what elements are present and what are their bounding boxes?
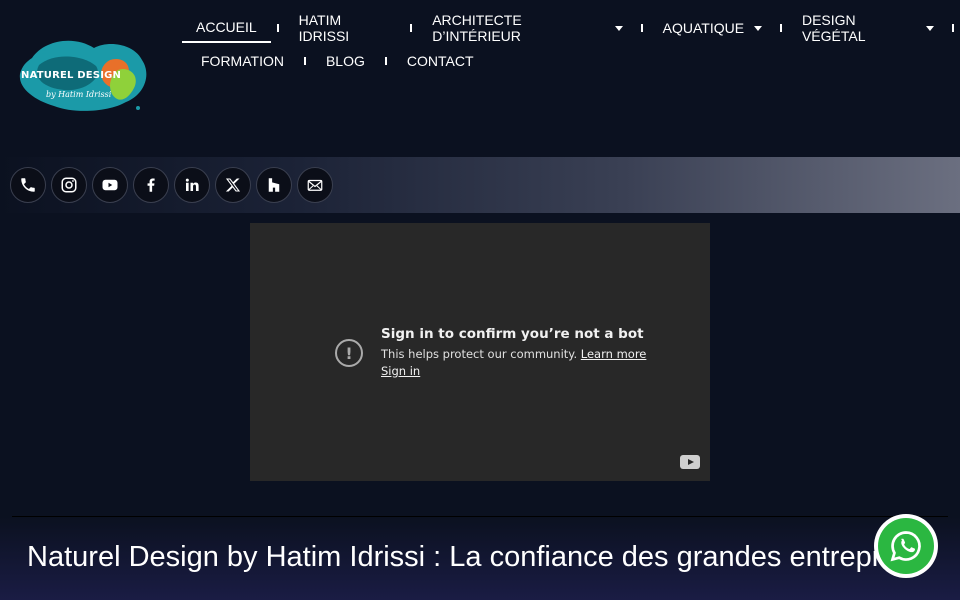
nav-separator xyxy=(303,57,306,65)
video-bot-check-title: Sign in to confirm you’re not a bot xyxy=(381,326,644,342)
phone-icon[interactable] xyxy=(10,167,46,203)
nav-separator xyxy=(410,24,413,32)
logo-subtitle: by Hatim Idrissi xyxy=(46,90,112,99)
alert-icon: ! xyxy=(335,339,363,367)
instagram-icon[interactable] xyxy=(51,167,87,203)
sign-in-link[interactable]: Sign in xyxy=(381,364,420,378)
youtube-embed[interactable]: ! Sign in to confirm you’re not a bot Th… xyxy=(250,223,710,481)
mail-icon[interactable] xyxy=(297,167,333,203)
naturel-design-logo[interactable]: NATUREL DESIGN by Hatim Idrissi xyxy=(14,30,154,118)
nav-aquatique[interactable]: AQUATIQUE xyxy=(649,13,774,43)
chevron-down-icon xyxy=(754,25,763,31)
chevron-down-icon xyxy=(614,25,623,31)
nav-accueil[interactable]: ACCUEIL xyxy=(182,13,271,43)
nav-separator xyxy=(640,24,643,32)
houzz-icon[interactable] xyxy=(256,167,292,203)
site-header: NATUREL DESIGN by Hatim Idrissi ACCUEIL … xyxy=(0,0,960,157)
youtube-icon[interactable] xyxy=(92,167,128,203)
x-icon[interactable] xyxy=(215,167,251,203)
main-nav-row-2: FORMATION BLOG CONTACT xyxy=(187,46,488,76)
linkedin-icon[interactable] xyxy=(174,167,210,203)
social-icons xyxy=(10,167,333,203)
social-band xyxy=(0,157,960,213)
nav-design-vegetal[interactable]: DESIGN VÉGÉTAL xyxy=(788,12,946,44)
nav-separator xyxy=(384,57,387,65)
section-headline: Naturel Design by Hatim Idrissi : La con… xyxy=(27,541,933,573)
nav-architecte-interieur[interactable]: ARCHITECTE D’INTÉRIEUR xyxy=(418,12,634,44)
logo-title: NATUREL DESIGN xyxy=(21,70,122,81)
nav-hatim-idrissi[interactable]: HATIM IDRISSI xyxy=(285,12,405,44)
whatsapp-button[interactable] xyxy=(874,514,938,578)
whatsapp-icon xyxy=(878,518,934,574)
nav-formation[interactable]: FORMATION xyxy=(187,46,298,76)
nav-separator xyxy=(952,24,955,32)
video-bot-check-message: This helps protect our community. Learn … xyxy=(381,347,647,361)
learn-more-link[interactable]: Learn more xyxy=(581,347,647,361)
nav-separator xyxy=(276,24,279,32)
chevron-down-icon xyxy=(926,25,935,31)
nav-separator xyxy=(780,24,782,32)
youtube-logo-icon[interactable] xyxy=(680,455,700,469)
facebook-icon[interactable] xyxy=(133,167,169,203)
nav-blog[interactable]: BLOG xyxy=(312,46,379,76)
main-nav-row-1: ACCUEIL HATIM IDRISSI ARCHITECTE D’INTÉR… xyxy=(182,12,960,44)
nav-contact[interactable]: CONTACT xyxy=(393,46,488,76)
